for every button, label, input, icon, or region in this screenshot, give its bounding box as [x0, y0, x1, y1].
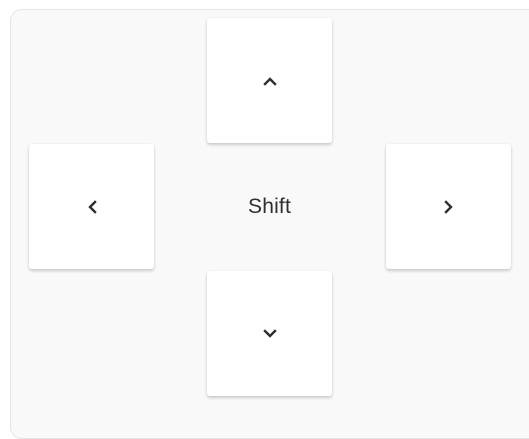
right-button[interactable]: [386, 144, 511, 269]
down-button[interactable]: [207, 271, 332, 396]
shift-label: Shift: [247, 194, 292, 218]
up-button[interactable]: [207, 18, 332, 143]
chevron-right-icon: [439, 197, 459, 217]
left-button[interactable]: [29, 144, 154, 269]
chevron-down-icon: [260, 324, 280, 344]
chevron-left-icon: [82, 197, 102, 217]
chevron-up-icon: [260, 71, 280, 91]
